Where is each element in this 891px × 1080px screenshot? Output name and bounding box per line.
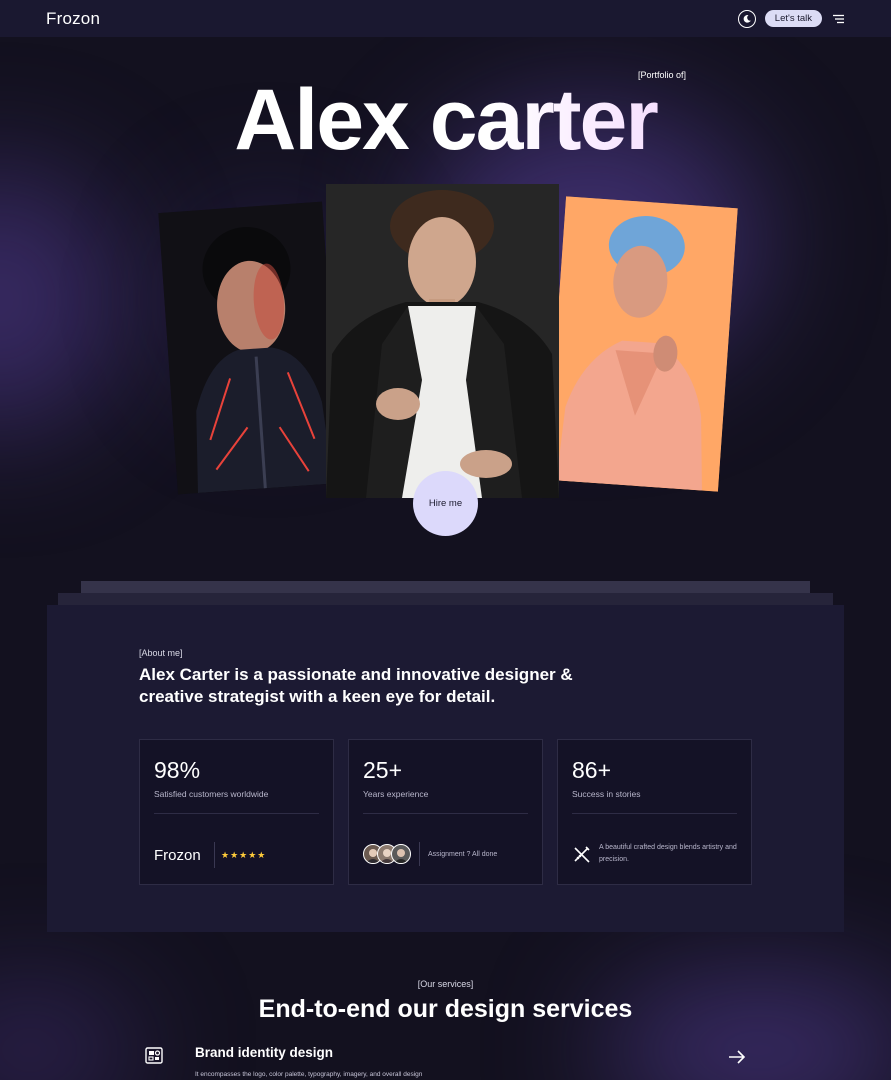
- service-name[interactable]: Brand identity design: [195, 1045, 333, 1060]
- divider: [572, 813, 737, 814]
- brand-identity-icon: [144, 1045, 165, 1066]
- divider: [419, 842, 420, 866]
- site-logo[interactable]: Frozon: [46, 9, 100, 29]
- service-description: It encompasses the logo, color palette, …: [195, 1071, 423, 1078]
- portrait-photo-right: [546, 196, 738, 492]
- about-label: [About me]: [139, 648, 183, 658]
- stat-card-customers: 98% Satisfied customers worldwide Frozon…: [139, 739, 334, 885]
- nav-actions: Let's talk: [737, 9, 845, 28]
- services-title: End-to-end our design services: [258, 995, 633, 1023]
- stat-label: Years experience: [363, 789, 429, 799]
- stat-label: Satisfied customers worldwide: [154, 789, 269, 799]
- stat-footer: Assignment ? All done: [428, 851, 498, 858]
- stat-card-stories: 86+ Success in stories A beautiful craft…: [557, 739, 752, 885]
- top-nav: Frozon Let's talk: [0, 0, 891, 37]
- arrow-right-icon[interactable]: [727, 1047, 747, 1067]
- stat-value: 25+: [363, 757, 403, 783]
- moon-icon[interactable]: [737, 9, 756, 28]
- design-tools-icon: [572, 844, 592, 864]
- divider: [154, 813, 319, 814]
- stat-value: 86+: [572, 757, 612, 783]
- divider: [214, 842, 215, 868]
- stat-card-experience: 25+ Years experience Assignment ? All do…: [348, 739, 543, 885]
- about-text: Alex Carter is a passionate and innovati…: [139, 665, 573, 706]
- rating-stars: ★★★★★: [221, 850, 267, 860]
- lets-talk-button[interactable]: Let's talk: [764, 10, 822, 27]
- stat-label: Success in stories: [572, 789, 641, 799]
- menu-icon[interactable]: [831, 13, 845, 25]
- brand-logo: Frozon: [154, 847, 201, 864]
- avatar: [391, 844, 411, 864]
- stat-value: 98%: [154, 757, 201, 783]
- divider: [363, 813, 528, 814]
- about-section: [About me] Alex Carter is a passionate a…: [47, 605, 844, 932]
- hero-name: Alex carter: [0, 74, 891, 166]
- avatar-group: [363, 844, 411, 864]
- services-label: [Our services]: [417, 979, 474, 989]
- portrait-photo-left: [158, 201, 342, 495]
- portrait-photo-center: [326, 184, 559, 498]
- hire-me-button[interactable]: Hire me: [413, 471, 478, 536]
- stat-footer: A beautiful crafted design blends artist…: [599, 844, 737, 863]
